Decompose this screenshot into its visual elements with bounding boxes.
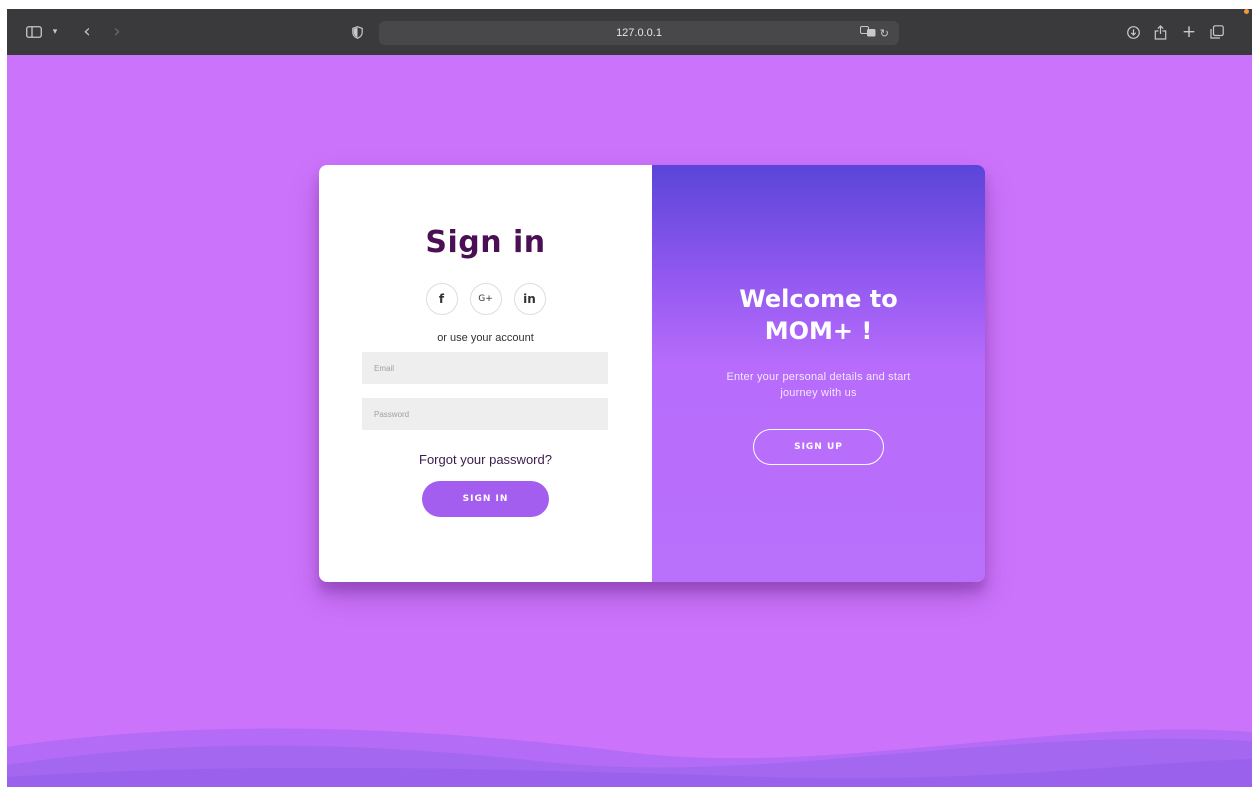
translate-icon[interactable]: [859, 26, 876, 40]
tabs-icon-glyph: [1210, 25, 1224, 39]
share-icon[interactable]: [1152, 22, 1168, 42]
chevron-left-icon[interactable]: ‹: [79, 22, 95, 42]
forgot-password-link[interactable]: Forgot your password?: [319, 452, 652, 467]
password-input[interactable]: [362, 398, 608, 430]
linkedin-icon: in: [523, 292, 536, 306]
facebook-login-button[interactable]: f: [425, 283, 458, 315]
plus-icon[interactable]: +: [1181, 22, 1197, 42]
auth-card: Sign in f G+ in or use your account Forg…: [319, 165, 985, 582]
signin-button[interactable]: SIGN IN: [422, 481, 549, 517]
tabs-icon[interactable]: [1209, 22, 1225, 42]
url-text: 127.0.0.1: [616, 27, 662, 39]
shield-icon[interactable]: [349, 22, 365, 42]
sidebar-icon[interactable]: [25, 22, 43, 42]
welcome-subtitle-line1: Enter your personal details and start: [726, 371, 911, 383]
screen: ▾ ‹ › 127.0.0.1 ↻ + Sign in f G+ in or u…: [0, 0, 1259, 787]
welcome-panel: Welcome to MOM+ ! Enter your personal de…: [652, 165, 985, 582]
signin-title: Sign in: [425, 225, 546, 260]
facebook-icon: f: [438, 292, 445, 306]
shield-icon-glyph: [351, 25, 363, 39]
reload-icon[interactable]: ↻: [880, 27, 889, 40]
address-bar[interactable]: 127.0.0.1 ↻: [379, 21, 899, 45]
email-input[interactable]: [362, 352, 608, 384]
signin-panel: Sign in f G+ in or use your account Forg…: [319, 165, 652, 582]
decorative-waves: [7, 728, 1252, 787]
translate-icon-glyph: [859, 26, 876, 37]
welcome-title-line1: Welcome to: [739, 285, 898, 313]
google-login-button[interactable]: G+: [469, 283, 502, 315]
linkedin-login-button[interactable]: in: [513, 283, 546, 315]
chevron-right-icon[interactable]: ›: [109, 22, 125, 42]
sidebar-icon-glyph: [26, 26, 42, 38]
social-login-row: f G+ in: [319, 283, 652, 315]
signup-button[interactable]: SIGN UP: [753, 429, 884, 465]
notification-dot: [1244, 9, 1249, 14]
download-icon-glyph: [1126, 25, 1140, 39]
welcome-title-line2: MOM+ !: [764, 317, 873, 345]
chevron-down-icon[interactable]: ▾: [49, 22, 61, 42]
address-bar-actions: ↻: [859, 23, 889, 43]
google-plus-icon: G+: [478, 294, 493, 304]
download-icon[interactable]: [1125, 22, 1141, 42]
welcome-title: Welcome to MOM+ !: [672, 283, 965, 347]
or-use-account-label: or use your account: [437, 332, 534, 344]
page-background: Sign in f G+ in or use your account Forg…: [7, 55, 1252, 787]
browser-toolbar: ▾ ‹ › 127.0.0.1 ↻ +: [7, 9, 1252, 55]
welcome-subtitle: Enter your personal details and start jo…: [692, 369, 945, 401]
share-icon-glyph: [1154, 24, 1166, 40]
welcome-subtitle-line2: journey with us: [780, 387, 857, 399]
